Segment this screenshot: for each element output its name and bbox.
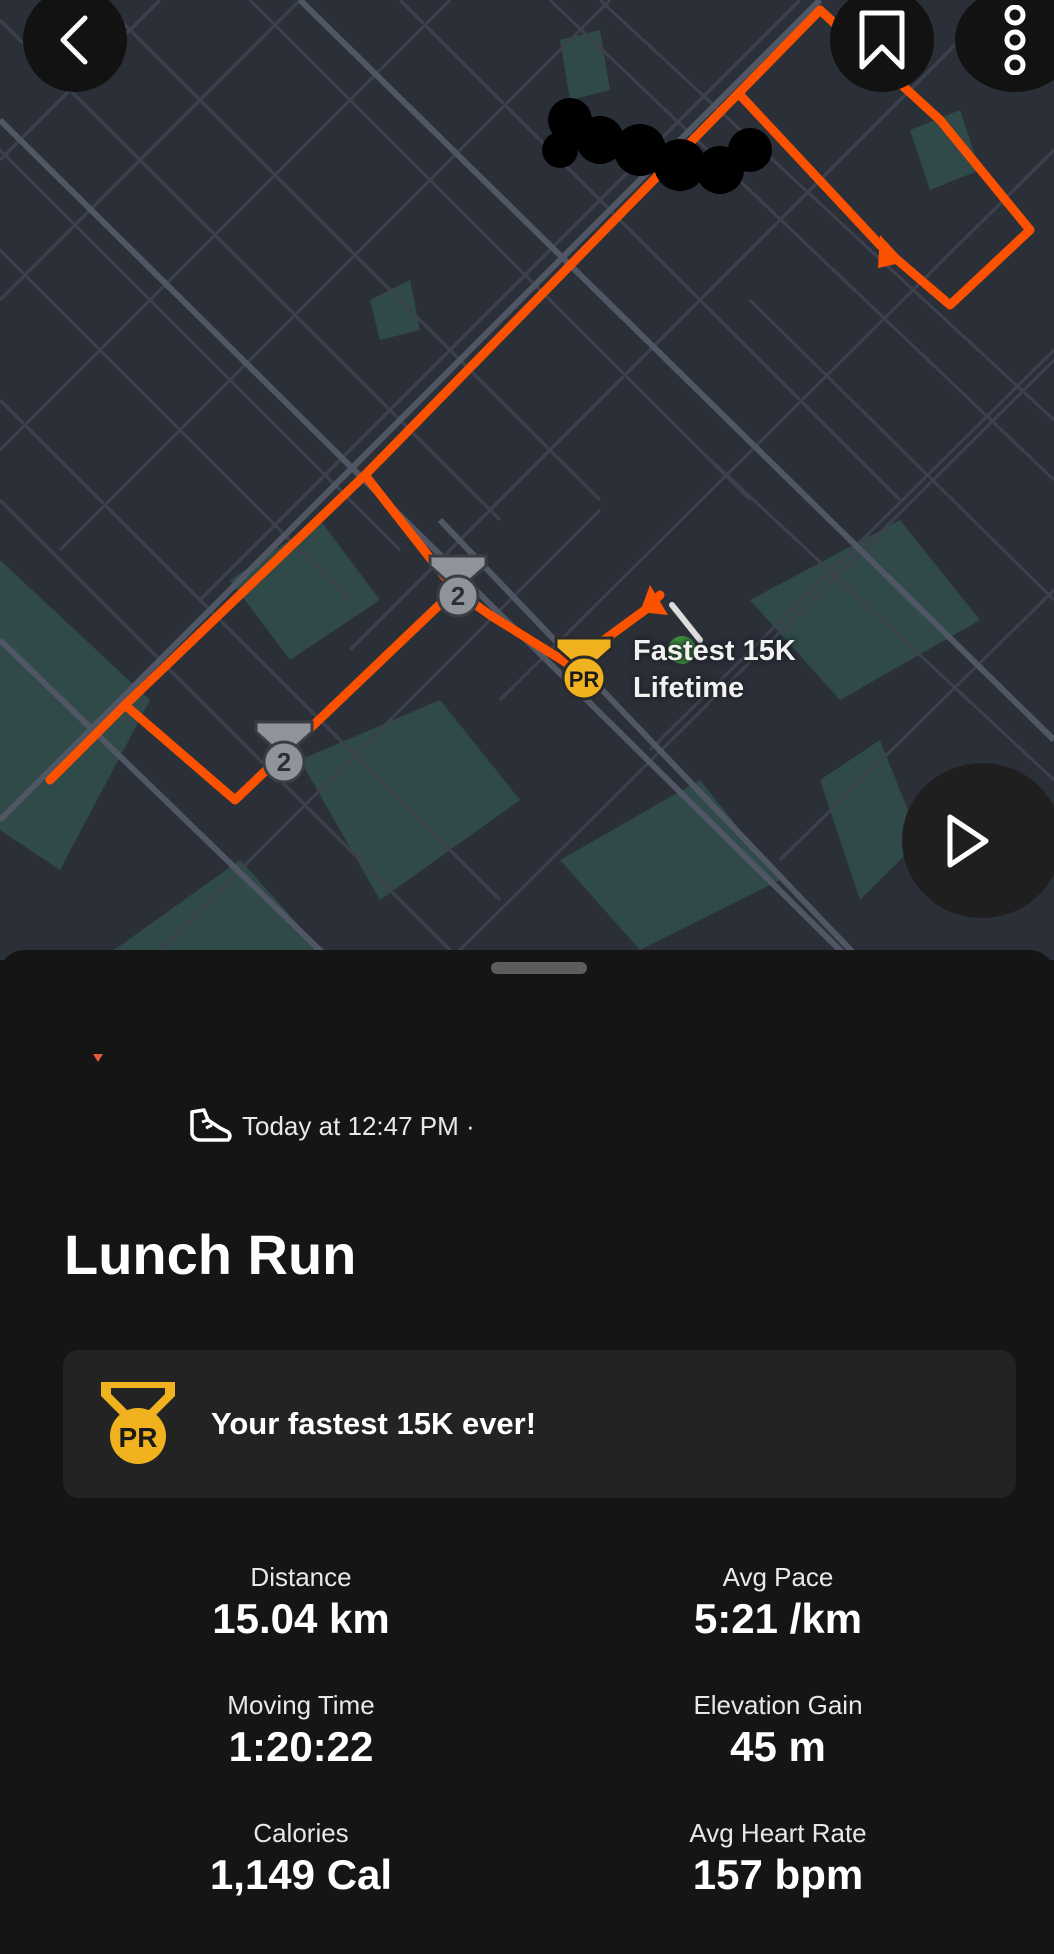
sheet-grabber[interactable]	[491, 962, 587, 974]
more-vertical-icon	[1004, 5, 1026, 75]
svg-text:2: 2	[451, 581, 465, 611]
map-canvas	[0, 0, 1054, 960]
bookmark-icon	[859, 10, 905, 70]
stat-value: 5:21 /km	[693, 1595, 863, 1642]
stat-avg-pace: Avg Pace 5:21 /km	[558, 1560, 998, 1644]
chevron-left-icon	[60, 15, 88, 65]
stat-value: 157 bpm	[692, 1851, 864, 1898]
pr-medal-icon[interactable]: PR	[552, 634, 616, 704]
svg-text:PR: PR	[569, 667, 600, 692]
athlete-avatar-marker	[93, 1054, 103, 1062]
running-shoe-icon	[190, 1108, 232, 1142]
silver-medal-icon[interactable]: 2	[426, 552, 490, 620]
stat-label: Avg Heart Rate	[689, 1818, 867, 1848]
stat-label: Distance	[250, 1562, 352, 1592]
route-direction-arrow	[640, 585, 668, 615]
pr-message: Your fastest 15K ever!	[211, 1406, 537, 1441]
map-parks	[0, 30, 980, 960]
stat-value: 15.04 km	[212, 1595, 390, 1642]
stat-calories: Calories 1,149 Cal	[81, 1816, 521, 1900]
pr-map-label-line2: Lifetime	[633, 672, 745, 704]
pr-map-label: Fastest 15K Lifetime	[633, 633, 796, 707]
activity-timestamp: Today at 12:47 PM ·	[242, 1110, 475, 1141]
stat-moving-time: Moving Time 1:20:22	[81, 1688, 521, 1772]
svg-text:2: 2	[277, 747, 291, 777]
svg-text:PR: PR	[119, 1422, 158, 1453]
stat-label: Elevation Gain	[693, 1690, 863, 1720]
activity-map[interactable]: 2 2 PR Fastest 15K Lifetime	[0, 0, 1054, 960]
flyover-play-button[interactable]	[902, 763, 1054, 918]
play-icon	[947, 814, 989, 867]
stat-label: Moving Time	[227, 1690, 375, 1720]
stat-distance: Distance 15.04 km	[81, 1560, 521, 1644]
stat-value: 1:20:22	[228, 1723, 374, 1770]
stat-avg-heart-rate: Avg Heart Rate 157 bpm	[558, 1816, 998, 1900]
activity-title: Lunch Run	[64, 1223, 357, 1286]
pr-achievement-card[interactable]: PR Your fastest 15K ever!	[63, 1350, 1016, 1498]
pr-map-label-line1: Fastest 15K	[633, 635, 796, 667]
stat-label: Avg Pace	[722, 1562, 834, 1592]
stat-value: 45 m	[730, 1723, 826, 1770]
activity-meta: Today at 12:47 PM ·	[186, 1102, 475, 1150]
stat-elevation-gain: Elevation Gain 45 m	[558, 1688, 998, 1772]
stat-value: 1,149 Cal	[209, 1851, 393, 1898]
pr-medal-icon: PR	[101, 1382, 175, 1464]
stat-label: Calories	[253, 1818, 349, 1848]
route-line	[45, 5, 1035, 805]
silver-medal-icon-2[interactable]: 2	[252, 718, 316, 786]
activity-sheet[interactable]: Today at 12:47 PM · Lunch Run PR Your fa…	[0, 950, 1054, 1954]
